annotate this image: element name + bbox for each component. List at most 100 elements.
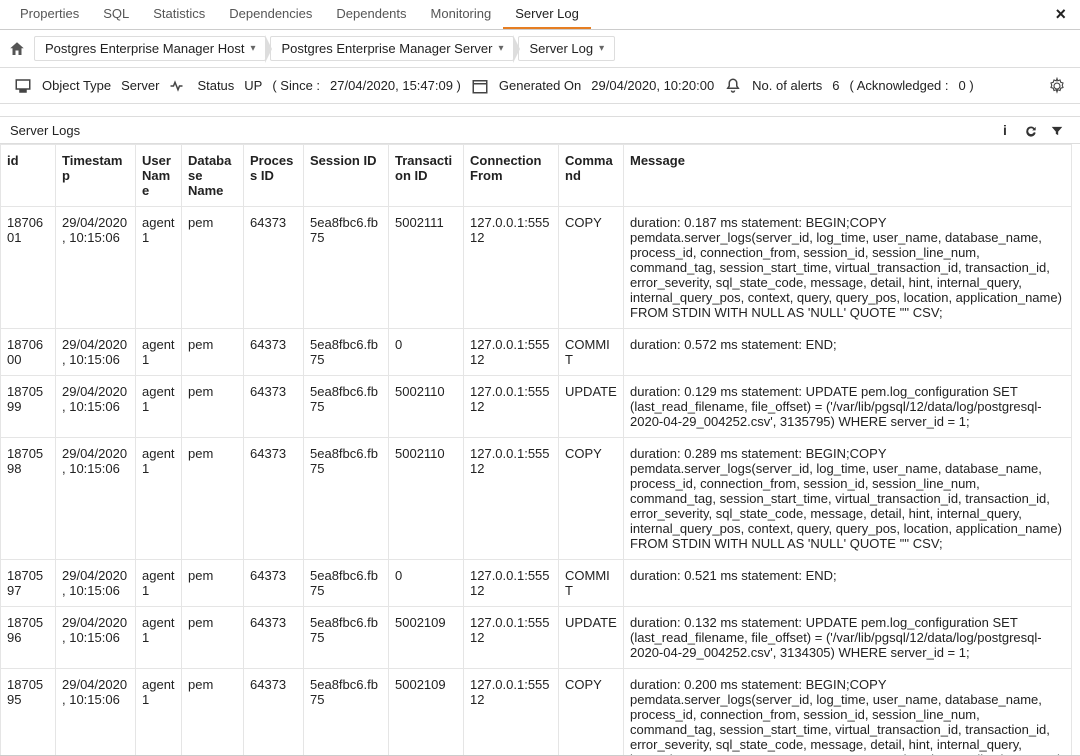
column-header[interactable]: Connection From (464, 145, 559, 207)
cell-cf: 127.0.0.1:55512 (464, 669, 559, 756)
info-icon[interactable]: i (992, 122, 1018, 138)
cell-id: 1870598 (1, 438, 56, 560)
cell-tid: 5002111 (389, 207, 464, 329)
column-header[interactable]: Message (624, 145, 1072, 207)
tab-server-log[interactable]: Server Log (503, 0, 591, 29)
breadcrumb-item[interactable]: Postgres Enterprise Manager Host ▾ (34, 36, 266, 61)
object-type-value: Server (121, 78, 159, 93)
breadcrumb-label: Postgres Enterprise Manager Host (45, 41, 244, 56)
column-header[interactable]: id (1, 145, 56, 207)
cell-sid: 5ea8fbc6.fb75 (304, 207, 389, 329)
cell-msg: duration: 0.132 ms statement: UPDATE pem… (624, 607, 1072, 669)
cell-cmd: UPDATE (559, 376, 624, 438)
cell-ts: 29/04/2020, 10:15:06 (56, 329, 136, 376)
bell-icon (724, 77, 742, 95)
cell-db: pem (182, 607, 244, 669)
status-value: UP (244, 78, 262, 93)
ack-value: 0 ) (959, 78, 974, 93)
chevron-down-icon[interactable]: ▾ (498, 43, 503, 54)
table-row[interactable]: 187059729/04/2020, 10:15:06agent1pem6437… (1, 560, 1072, 607)
cell-id: 1870595 (1, 669, 56, 756)
breadcrumb: Postgres Enterprise Manager Host▾Postgre… (34, 36, 615, 61)
cell-cmd: COMMIT (559, 329, 624, 376)
tab-monitoring[interactable]: Monitoring (419, 0, 504, 29)
cell-db: pem (182, 438, 244, 560)
cell-cmd: COMMIT (559, 560, 624, 607)
cell-sid: 5ea8fbc6.fb75 (304, 669, 389, 756)
breadcrumb-item[interactable]: Postgres Enterprise Manager Server▾ (270, 36, 514, 61)
ack-label: ( Acknowledged : (850, 78, 949, 93)
column-header[interactable]: Timestamp (56, 145, 136, 207)
cell-msg: duration: 0.521 ms statement: END; (624, 560, 1072, 607)
cell-sid: 5ea8fbc6.fb75 (304, 607, 389, 669)
column-header[interactable]: User Name (136, 145, 182, 207)
cell-pid: 64373 (244, 207, 304, 329)
cell-id: 1870596 (1, 607, 56, 669)
cell-un: agent1 (136, 560, 182, 607)
tab-dependents[interactable]: Dependents (324, 0, 418, 29)
home-icon[interactable] (8, 40, 26, 58)
cell-un: agent1 (136, 607, 182, 669)
cell-un: agent1 (136, 376, 182, 438)
filter-icon[interactable] (1044, 122, 1070, 138)
tab-properties[interactable]: Properties (8, 0, 91, 29)
cell-tid: 5002110 (389, 438, 464, 560)
generated-value: 29/04/2020, 10:20:00 (591, 78, 714, 93)
cell-pid: 64373 (244, 376, 304, 438)
calendar-icon (471, 77, 489, 95)
cell-cmd: UPDATE (559, 607, 624, 669)
cell-sid: 5ea8fbc6.fb75 (304, 329, 389, 376)
table-row[interactable]: 187060029/04/2020, 10:15:06agent1pem6437… (1, 329, 1072, 376)
alerts-label: No. of alerts (752, 78, 822, 93)
cell-db: pem (182, 560, 244, 607)
cell-db: pem (182, 669, 244, 756)
cell-cf: 127.0.0.1:55512 (464, 560, 559, 607)
cell-un: agent1 (136, 669, 182, 756)
cell-un: agent1 (136, 438, 182, 560)
gear-icon[interactable] (1048, 77, 1066, 95)
cell-id: 1870601 (1, 207, 56, 329)
cell-sid: 5ea8fbc6.fb75 (304, 376, 389, 438)
column-header[interactable]: Process ID (244, 145, 304, 207)
cell-cf: 127.0.0.1:55512 (464, 329, 559, 376)
table-row[interactable]: 187060129/04/2020, 10:15:06agent1pem6437… (1, 207, 1072, 329)
breadcrumb-item[interactable]: Server Log▾ (518, 36, 615, 61)
cell-un: agent1 (136, 329, 182, 376)
tab-dependencies[interactable]: Dependencies (217, 0, 324, 29)
table-header-row: idTimestampUser NameDatabase NameProcess… (1, 145, 1072, 207)
table-row[interactable]: 187059829/04/2020, 10:15:06agent1pem6437… (1, 438, 1072, 560)
refresh-icon[interactable] (1018, 122, 1044, 138)
cell-msg: duration: 0.572 ms statement: END; (624, 329, 1072, 376)
cell-cf: 127.0.0.1:55512 (464, 607, 559, 669)
column-header[interactable]: Transaction ID (389, 145, 464, 207)
column-header[interactable]: Command (559, 145, 624, 207)
cell-cmd: COPY (559, 207, 624, 329)
cell-ts: 29/04/2020, 10:15:06 (56, 560, 136, 607)
column-header[interactable]: Session ID (304, 145, 389, 207)
view-tabs: PropertiesSQLStatisticsDependenciesDepen… (8, 0, 1049, 29)
log-table-scroll[interactable]: idTimestampUser NameDatabase NameProcess… (0, 144, 1080, 756)
tab-statistics[interactable]: Statistics (141, 0, 217, 29)
cell-ts: 29/04/2020, 10:15:06 (56, 376, 136, 438)
cell-db: pem (182, 376, 244, 438)
cell-ts: 29/04/2020, 10:15:06 (56, 669, 136, 756)
cell-pid: 64373 (244, 329, 304, 376)
close-icon[interactable]: × (1049, 4, 1072, 25)
object-type-label: Object Type (42, 78, 111, 93)
cell-msg: duration: 0.200 ms statement: BEGIN;COPY… (624, 669, 1072, 756)
table-row[interactable]: 187059929/04/2020, 10:15:06agent1pem6437… (1, 376, 1072, 438)
since-value: 27/04/2020, 15:47:09 ) (330, 78, 461, 93)
chevron-down-icon[interactable]: ▾ (599, 43, 604, 54)
tab-sql[interactable]: SQL (91, 0, 141, 29)
cell-msg: duration: 0.289 ms statement: BEGIN;COPY… (624, 438, 1072, 560)
cell-cmd: COPY (559, 438, 624, 560)
cell-id: 1870600 (1, 329, 56, 376)
cell-pid: 64373 (244, 669, 304, 756)
table-row[interactable]: 187059629/04/2020, 10:15:06agent1pem6437… (1, 607, 1072, 669)
table-row[interactable]: 187059529/04/2020, 10:15:06agent1pem6437… (1, 669, 1072, 756)
chevron-down-icon[interactable]: ▾ (250, 43, 255, 54)
column-header[interactable]: Database Name (182, 145, 244, 207)
cell-id: 1870597 (1, 560, 56, 607)
cell-ts: 29/04/2020, 10:15:06 (56, 207, 136, 329)
cell-tid: 5002109 (389, 669, 464, 756)
